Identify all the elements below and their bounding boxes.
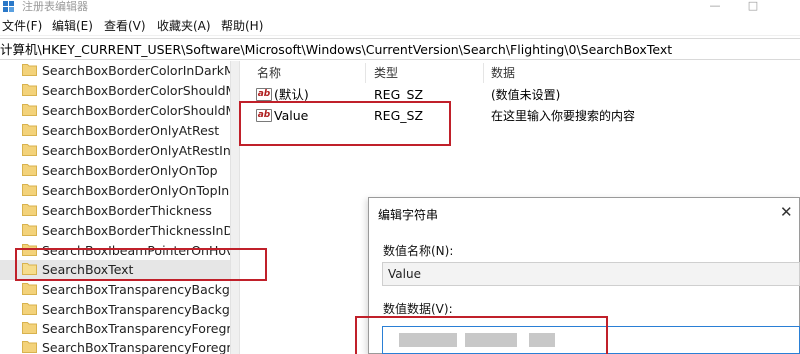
value-data: 在这里输入你要搜索的内容 [491,109,636,123]
menu-edit[interactable]: 编辑(E) [52,18,93,34]
tree-item-label: SearchBoxTransparencyForegrou [42,321,238,336]
menu-file[interactable]: 文件(F) [2,18,42,34]
tree-item[interactable]: SearchBoxBorderOnlyAtRest [0,121,238,141]
tree-item-label: SearchBoxBorderColorShouldMa [42,83,238,98]
tree-item-label: SearchBoxBorderColorShouldMa [42,103,238,118]
highlight-box-value-data [355,316,608,354]
tree-item-label: SearchBoxTransparencyBackgro [42,282,238,297]
tree-item-label: SearchBoxBorderColorInDarkMc [42,63,238,78]
menu-view[interactable]: 查看(V) [104,18,146,34]
folder-icon [22,283,37,295]
folder-icon [22,303,37,315]
folder-icon [22,84,37,96]
tree-item[interactable]: SearchBoxBorderColorShouldMa [0,101,238,121]
folder-icon [22,144,37,156]
window-title: 注册表编辑器 [22,0,88,13]
tree-item[interactable]: SearchBoxBorderThickness [0,201,238,221]
value-name-field: Value [382,262,800,286]
string-value-icon: ab [256,88,272,101]
tree-item-label: SearchBoxTransparencyBackgro [42,302,238,317]
tree-item[interactable]: SearchBoxBorderOnlyOnTopInD [0,181,238,201]
value-name-label: 数值名称(N): [383,244,454,258]
tree-item[interactable]: SearchBoxTransparencyBackgro [0,280,238,300]
column-header-name[interactable]: 名称 [257,65,281,81]
close-icon[interactable]: ✕ [780,203,793,221]
column-header-data[interactable]: 数据 [491,65,515,81]
tree-item[interactable]: SearchBoxBorderColorInDarkMc [0,61,238,81]
highlight-box-tree-item [15,248,267,281]
tree-scrollbar[interactable] [230,61,239,354]
title-bar: 注册表编辑器 — □ [0,0,800,16]
column-divider[interactable] [365,63,366,83]
value-data-label: 数值数据(V): [383,302,453,316]
column-header-type[interactable]: 类型 [374,65,398,81]
dialog-title: 编辑字符串 [378,208,439,222]
tree-item[interactable]: SearchBoxTransparencyBackgro [0,300,238,320]
value-data: (数值未设置) [491,88,561,102]
folder-icon [22,322,37,334]
folder-icon [22,104,37,116]
folder-icon [22,204,37,216]
column-divider[interactable] [483,63,484,83]
tree-item-label: SearchBoxBorderOnlyAtRest [42,123,220,138]
folder-icon [22,124,37,136]
folder-icon [22,164,37,176]
menu-bar: 文件(F) 编辑(E) 查看(V) 收藏夹(A) 帮助(H) [0,16,800,36]
highlight-box-value-row [239,101,451,146]
maximize-button[interactable]: □ [738,0,768,14]
menu-favorites[interactable]: 收藏夹(A) [157,18,211,34]
address-bar[interactable]: 计算机\HKEY_CURRENT_USER\Software\Microsoft… [0,38,800,60]
folder-icon [22,341,37,353]
folder-icon [22,64,37,76]
tree-item[interactable]: SearchBoxBorderOnlyAtRestInDa [0,141,238,161]
tree-item-label: SearchBoxTransparencyForegrou [42,340,238,354]
tree-item[interactable]: SearchBoxBorderThicknessInDar [0,221,238,241]
tree-item-label: SearchBoxBorderThicknessInDar [42,223,238,238]
tree-item[interactable]: SearchBoxBorderColorShouldMa [0,81,238,101]
tree-item-label: SearchBoxBorderOnlyOnTop [42,163,218,178]
tree-item[interactable]: SearchBoxTransparencyForegrou [0,319,238,339]
minimize-button[interactable]: — [700,0,730,14]
value-name-text: Value [388,267,421,281]
tree-item[interactable]: SearchBoxBorderOnlyOnTop [0,161,238,181]
address-path[interactable]: 计算机\HKEY_CURRENT_USER\Software\Microsoft… [0,41,672,58]
regedit-app-icon [3,1,14,12]
tree-item[interactable]: SearchBoxTransparencyForegrou [0,338,238,354]
menu-help[interactable]: 帮助(H) [221,18,263,34]
folder-icon [22,184,37,196]
tree-item-label: SearchBoxBorderThickness [42,203,212,218]
folder-icon [22,224,37,236]
tree-item-label: SearchBoxBorderOnlyOnTopInD [42,183,238,198]
tree-item-label: SearchBoxBorderOnlyAtRestInDa [42,143,238,158]
key-tree[interactable]: SearchBoxBorderColorInDarkMc SearchBoxBo… [0,61,238,354]
